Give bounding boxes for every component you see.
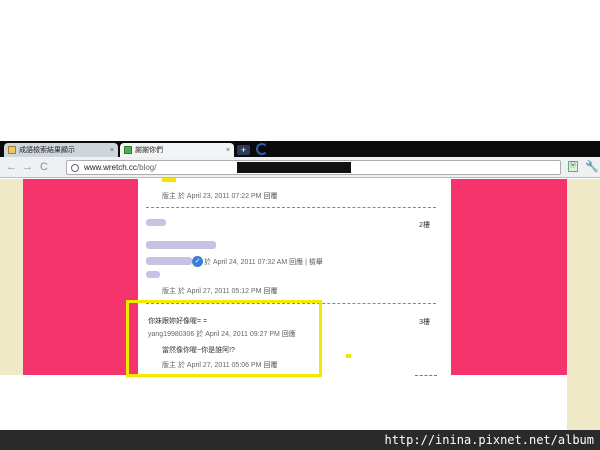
right-pink-panel — [451, 179, 567, 375]
reply-link[interactable]: 回覆 — [263, 288, 277, 295]
blurred-name — [146, 219, 166, 226]
blurred-comment-text — [146, 241, 216, 249]
url-text: www.wretch.cc/blog/ — [84, 163, 156, 172]
report-link[interactable]: 檢舉 — [309, 259, 323, 266]
comment-sep: 於 — [204, 259, 211, 266]
seal-favicon-icon — [8, 146, 16, 154]
comment-divider — [146, 207, 436, 208]
spiral-logo-icon — [256, 143, 268, 155]
right-background-strip — [567, 179, 600, 430]
left-pink-panel — [23, 179, 138, 375]
forward-arrow-icon[interactable]: → — [22, 161, 33, 173]
tab-label: 謝謝你們 — [135, 147, 163, 154]
reply-time: April 27, 2011 05:12 PM — [186, 288, 262, 295]
watermark-bar: http://inina.pixnet.net/album — [0, 430, 600, 450]
reply-author: 版主 — [162, 193, 176, 200]
wrench-menu-icon[interactable]: 🔧 — [585, 160, 599, 173]
reply-time: April 23, 2011 07:22 PM — [186, 193, 262, 200]
comment-time: April 24, 2011 07:32 AM — [212, 259, 288, 266]
globe-icon — [71, 164, 79, 172]
reply-link[interactable]: 回覆 — [263, 193, 277, 200]
blurred-author — [146, 257, 192, 265]
divider — [415, 375, 437, 376]
reply-sep: 於 — [177, 193, 185, 200]
floor-number: 3樓 — [419, 319, 430, 326]
reload-icon[interactable]: C — [40, 161, 48, 173]
url-host: www.wretch.cc — [84, 163, 137, 172]
green-page-favicon-icon — [124, 146, 132, 154]
yellow-highlight-box — [126, 300, 322, 377]
close-icon[interactable]: × — [226, 147, 230, 154]
tab-label: 成語檢索結果顯示 — [19, 147, 75, 154]
url-path: /blog/ — [136, 163, 157, 172]
new-tab-button[interactable]: + — [237, 145, 250, 155]
close-icon[interactable]: × — [110, 147, 114, 154]
redacted-url-block — [237, 162, 351, 173]
owner-reply-meta: 版主 於 April 27, 2011 05:12 PM 回覆 — [162, 286, 277, 296]
blurred-text — [146, 271, 160, 278]
left-background-strip — [0, 179, 23, 375]
link-divider: | — [305, 259, 307, 266]
verified-check-icon: ✓ — [192, 256, 203, 267]
reply-sep: 於 — [177, 288, 185, 295]
address-bar[interactable]: www.wretch.cc/blog/ ☆ — [66, 160, 561, 175]
browser-tab-bar: 成語檢索結果顯示 × 謝謝你們 × + — [0, 141, 600, 157]
watermark-text: http://inina.pixnet.net/album — [384, 433, 594, 447]
yellow-mark — [162, 178, 176, 182]
comment-meta: 於 April 24, 2011 07:32 AM 回應 | 檢舉 — [204, 257, 323, 267]
tab-thank-you[interactable]: 謝謝你們 × — [120, 143, 234, 157]
reply-author: 版主 — [162, 288, 176, 295]
back-arrow-icon[interactable]: ← — [6, 161, 17, 173]
floor-number: 2樓 — [419, 222, 430, 229]
tab-idiom-search[interactable]: 成語檢索結果顯示 × — [4, 143, 118, 157]
yellow-mark — [346, 354, 351, 358]
extension-icon[interactable]: ⓦ — [568, 161, 578, 172]
browser-toolbar: ← → C www.wretch.cc/blog/ ☆ ⓦ 🔧 — [0, 157, 600, 178]
owner-reply-meta: 版主 於 April 23, 2011 07:22 PM 回覆 — [162, 191, 277, 201]
reply-link[interactable]: 回應 — [289, 259, 303, 266]
